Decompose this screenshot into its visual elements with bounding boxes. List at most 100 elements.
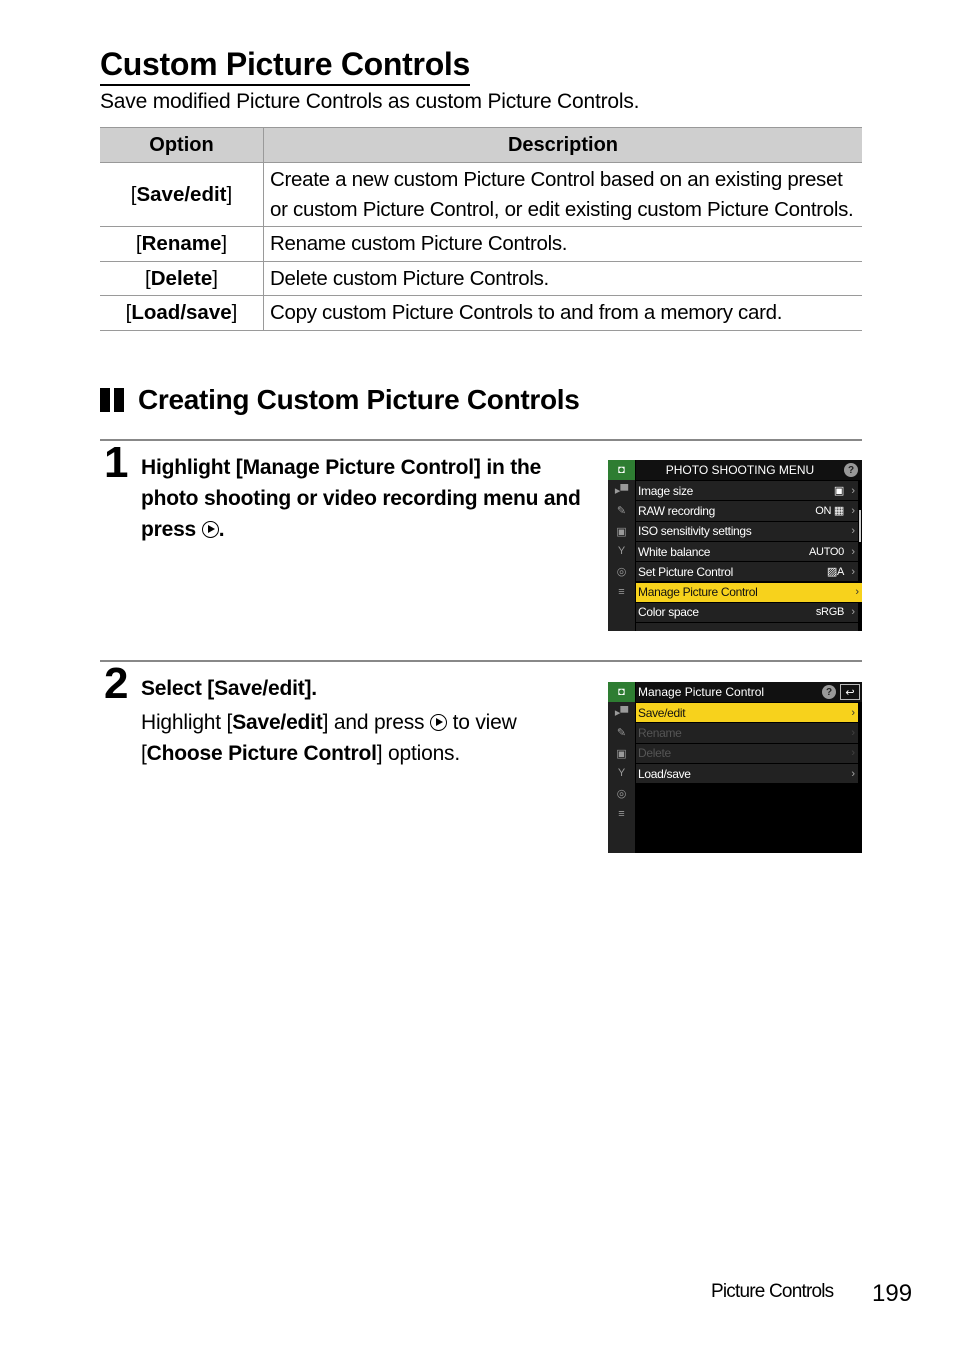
step-number: 1 — [104, 438, 129, 487]
chevron-right-icon: › — [855, 586, 859, 599]
menu-item-label: Rename — [638, 725, 682, 740]
multi-selector-right-icon — [429, 714, 447, 731]
menu-item-value: AUTO0 — [809, 545, 844, 558]
bracket: ] — [226, 182, 233, 206]
menu-item-disabled: Delete › — [636, 743, 858, 763]
step-text: ] options. — [376, 742, 460, 765]
back-icon[interactable]: ↩ — [840, 684, 860, 700]
menu-item-value: sRGB — [815, 606, 844, 619]
section-heading: Creating Custom Picture Controls — [100, 382, 580, 418]
step-text-bold: Choose Picture Control — [146, 742, 377, 765]
wrench-icon[interactable]: Y — [608, 541, 635, 561]
menu-item[interactable]: Color space sRGB › — [636, 602, 858, 623]
menu-item-disabled: Rename › — [636, 723, 858, 743]
description-cell: Rename custom Picture Controls. — [263, 226, 862, 262]
chevron-right-icon: › — [851, 504, 855, 517]
menu-item-label: White balance — [638, 544, 711, 559]
menu-item-label: Manage Picture Control — [638, 585, 758, 600]
step-body: Highlight [Save/edit] and press to view … — [141, 707, 591, 769]
column-header-option: Option — [100, 127, 264, 163]
network-icon[interactable]: ◎ — [608, 783, 635, 803]
option-name: Save/edit — [136, 182, 227, 206]
bracket: ] — [212, 266, 218, 290]
menu-item[interactable]: White balance AUTO0 › — [636, 541, 858, 562]
chevron-right-icon: › — [851, 545, 855, 558]
chevron-right-icon: › — [851, 726, 855, 739]
menu-item[interactable]: Image size ▣ › — [636, 481, 858, 501]
screen-title: Manage Picture Control — [638, 685, 765, 699]
menu-item-label: Image size — [638, 483, 694, 498]
menu-item[interactable]: Load/save › — [636, 763, 858, 784]
step-heading: Highlight [Manage Picture Control] in th… — [141, 452, 586, 545]
option-name: Load/save — [131, 301, 232, 324]
menu-item[interactable]: Set Picture Control ▨A › — [636, 562, 858, 582]
table-header-row: Option Description — [100, 127, 862, 163]
menu-item-value: ON ▦ — [815, 505, 844, 518]
step-heading-end: . — [218, 518, 225, 541]
playback-icon[interactable]: ▣ — [608, 743, 635, 763]
video-icon[interactable]: ▸▀ — [608, 480, 635, 500]
multi-selector-right-icon — [201, 521, 219, 538]
wrench-icon[interactable]: Y — [608, 763, 635, 783]
network-icon[interactable]: ◎ — [608, 561, 635, 581]
camera-icon[interactable]: ◘ — [608, 682, 635, 703]
screen-header: PHOTO SHOOTING MENU ? — [636, 460, 862, 480]
section-marker-icon — [100, 388, 124, 412]
chevron-right-icon: › — [851, 565, 855, 578]
bracket: ] — [221, 232, 228, 255]
menu-item[interactable]: RAW recording ON ▦ › — [636, 501, 858, 521]
table-row: [Delete] Delete custom Picture Controls. — [100, 261, 862, 296]
page-subtitle: Save modified Picture Controls as custom… — [100, 90, 640, 113]
option-cell: [Save/edit] — [100, 162, 264, 227]
footer-section-label: Picture Controls — [711, 1281, 834, 1302]
menu-item-label: Load/save — [638, 766, 691, 781]
option-cell: [Delete] — [100, 261, 264, 296]
menu-item-label: RAW recording — [638, 503, 716, 518]
video-icon[interactable]: ▸▀ — [608, 702, 635, 722]
description-cell: Copy custom Picture Controls to and from… — [263, 295, 862, 331]
menu-item-value: ▣ — [833, 485, 844, 498]
menu-tab-bar: ◘ ▸▀ ✎ ▣ Y ◎ ≡ — [608, 682, 635, 853]
bracket: ] — [231, 301, 238, 324]
pencil-icon[interactable]: ✎ — [608, 723, 635, 743]
screen-title: PHOTO SHOOTING MENU — [665, 463, 815, 477]
menu-item-label: Save/edit — [638, 705, 686, 720]
table-row: [Load/save] Copy custom Picture Controls… — [100, 295, 862, 331]
table-row: [Rename] Rename custom Picture Controls. — [100, 226, 862, 262]
pencil-icon[interactable]: ✎ — [608, 501, 635, 521]
option-cell: [Load/save] — [100, 295, 264, 331]
menu-item-highlighted[interactable]: Manage Picture Control › — [636, 582, 862, 602]
column-header-description: Description — [263, 127, 862, 163]
step-divider — [100, 660, 862, 662]
option-cell: [Rename] — [100, 226, 264, 262]
my-menu-icon[interactable]: ≡ — [608, 804, 635, 824]
help-icon[interactable]: ? — [844, 463, 858, 477]
menu-item-highlighted[interactable]: Save/edit › — [636, 703, 858, 723]
chevron-right-icon: › — [851, 747, 855, 760]
chevron-right-icon: › — [851, 767, 855, 780]
camera-icon[interactable]: ◘ — [608, 460, 635, 481]
description-cell: Delete custom Picture Controls. — [263, 261, 862, 296]
menu-item-value: ▨A — [826, 566, 844, 579]
page-title: Custom Picture Controls — [100, 44, 470, 86]
chevron-right-icon: › — [851, 706, 855, 719]
menu-item-partial[interactable] — [636, 623, 858, 631]
camera-screen-manage-picture-control: ◘ ▸▀ ✎ ▣ Y ◎ ≡ Manage Picture Control ? … — [608, 682, 862, 853]
my-menu-icon[interactable]: ≡ — [608, 582, 635, 602]
scrollbar[interactable] — [859, 510, 861, 542]
screen-header: Manage Picture Control ? ↩ — [636, 682, 862, 702]
chevron-right-icon: › — [851, 484, 855, 497]
camera-screen-photo-shooting-menu: ◘ ▸▀ ✎ ▣ Y ◎ ≡ PHOTO SHOOTING MENU ? Ima… — [608, 460, 862, 631]
menu-item-label: ISO sensitivity settings — [638, 524, 752, 539]
step-text: Highlight [ — [141, 711, 233, 734]
step-number: 2 — [104, 659, 129, 708]
step-text: ] and press — [322, 711, 425, 734]
menu-item[interactable]: ISO sensitivity settings › — [636, 521, 858, 541]
chevron-right-icon: › — [851, 606, 855, 619]
playback-icon[interactable]: ▣ — [608, 521, 635, 541]
step-divider — [100, 439, 862, 441]
help-icon[interactable]: ? — [822, 685, 836, 699]
chevron-right-icon: › — [851, 525, 855, 538]
menu-item-label: Set Picture Control — [638, 564, 734, 579]
menu-tab-bar: ◘ ▸▀ ✎ ▣ Y ◎ ≡ — [608, 460, 635, 631]
